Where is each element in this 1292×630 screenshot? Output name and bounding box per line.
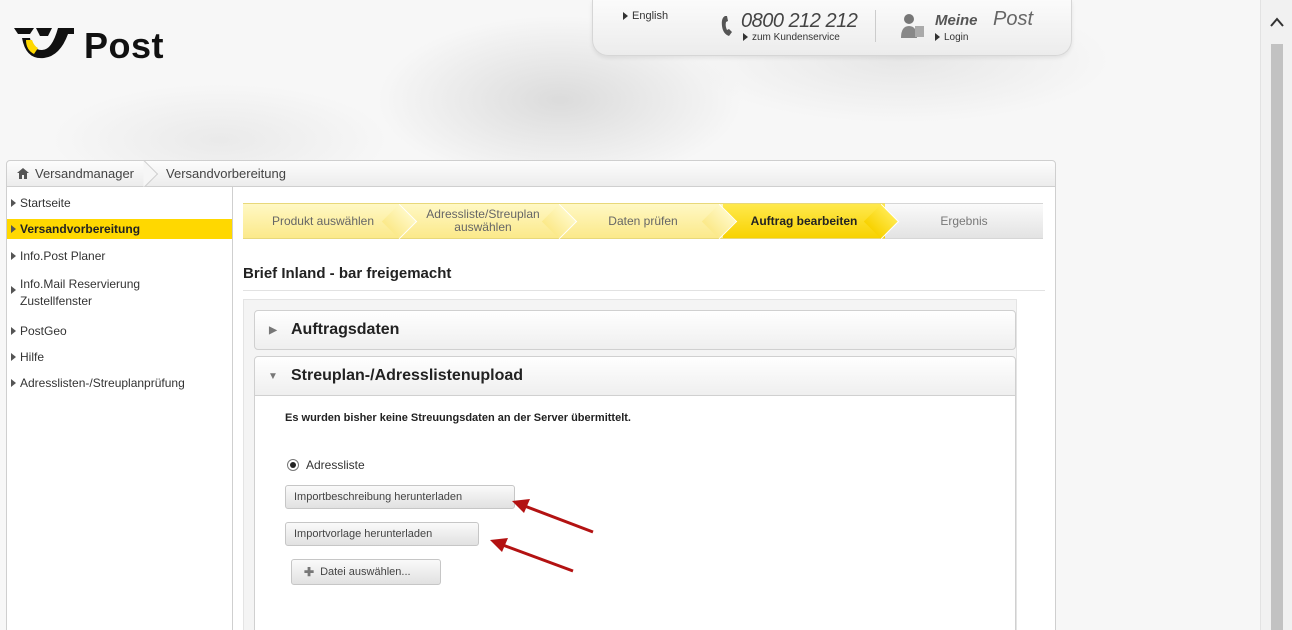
scroll-up-icon[interactable]	[1269, 14, 1285, 30]
post-label[interactable]: Post	[993, 8, 1033, 31]
english-link[interactable]: English	[623, 10, 668, 22]
step-label: Daten prüfen	[608, 213, 678, 228]
info-message: Es wurden bisher keine Streuungsdaten an…	[285, 412, 631, 424]
post-horn-icon	[14, 28, 74, 59]
divider	[243, 290, 1045, 291]
sidebar-item-label: Versandvorbereitung	[20, 222, 141, 236]
customer-service-label: zum Kundenservice	[752, 32, 840, 43]
divider	[875, 10, 876, 42]
login-label: Login	[944, 32, 969, 43]
step-label: Auftrag bearbeiten	[750, 213, 858, 228]
breadcrumb-current: Versandvorbereitung	[166, 166, 286, 181]
caret-right-icon: ▶	[269, 324, 277, 336]
progress-steps: Produkt auswählen Adressliste/Streuplan a…	[243, 203, 1043, 240]
breadcrumb-home-label: Versandmanager	[35, 166, 135, 181]
step-label-line2: auswählen	[454, 220, 512, 234]
home-icon	[17, 168, 29, 179]
step-label: Produkt auswählen	[271, 213, 375, 228]
sidebar-item-versandvorbereitung[interactable]: Versandvorbereitung	[7, 219, 232, 239]
step-auftrag-bearbeiten[interactable]: Auftrag bearbeiten	[723, 203, 900, 240]
sidebar-item-label: Startseite	[20, 196, 71, 210]
sidebar-item-postgeo[interactable]: PostGeo	[7, 321, 232, 341]
radio-adressliste[interactable]: Adressliste	[287, 458, 365, 472]
sidebar-item-adresslisten-pruefung[interactable]: Adresslisten-/Streuplanprüfung	[7, 373, 232, 393]
post-logo[interactable]: Post	[8, 24, 164, 68]
panel-title: Streuplan-/Adresslistenupload	[291, 367, 524, 384]
arrow-right-icon	[935, 33, 940, 42]
step-adressliste-streuplan[interactable]: Adressliste/Streuplan auswählen	[403, 203, 578, 240]
select-file-button[interactable]: ✚ Datei auswählen...	[291, 559, 441, 585]
content-box: ▶ Auftragsdaten ▼ Streuplan-/Adressliste…	[243, 299, 1017, 630]
sidebar-item-label-line2: Zustellfenster	[20, 294, 93, 308]
scrollbar-thumb[interactable]	[1271, 44, 1283, 630]
phone-number[interactable]: 0800 212 212	[741, 10, 858, 33]
customer-service-link[interactable]: zum Kundenservice	[743, 32, 840, 43]
login-link[interactable]: Login	[935, 32, 968, 43]
sidebar-item-label: Info.Mail Reservierung	[20, 277, 141, 291]
step-ergebnis: Ergebnis	[885, 203, 1043, 239]
phone-icon	[721, 14, 737, 41]
panel-title: Auftragsdaten	[291, 321, 400, 338]
step-label-line1: Adressliste/Streuplan	[426, 207, 540, 221]
scrollbar[interactable]	[1260, 0, 1292, 630]
sidebar-item-label: Hilfe	[20, 350, 45, 364]
plus-icon: ✚	[304, 565, 315, 579]
sidebar: Startseite Versandvorbereitung Info.Post…	[7, 187, 233, 630]
breadcrumb: Versandmanager Versandvorbereitung	[6, 160, 1056, 187]
page-title: Brief Inland - bar freigemacht	[243, 265, 452, 282]
sidebar-item-label: Info.Post Planer	[20, 249, 106, 263]
service-bar: English 0800 212 212 zum Kundenservice M…	[592, 0, 1072, 56]
panel-upload-header[interactable]: ▼ Streuplan-/Adresslistenupload	[254, 356, 1016, 396]
arrow-right-icon	[11, 252, 16, 260]
select-file-label: Datei auswählen...	[320, 566, 411, 578]
arrow-right-icon	[11, 286, 16, 294]
meine-label[interactable]: Meine	[935, 12, 978, 29]
caret-down-icon: ▼	[268, 370, 278, 382]
sidebar-item-label: PostGeo	[20, 324, 67, 338]
breadcrumb-home[interactable]: Versandmanager	[7, 161, 148, 186]
sidebar-item-startseite[interactable]: Startseite	[7, 193, 232, 213]
arrow-right-icon	[11, 199, 16, 207]
step-label: Adressliste/Streuplan auswählen	[426, 208, 539, 234]
sidebar-item-hilfe[interactable]: Hilfe	[7, 347, 232, 367]
step-daten-pruefen[interactable]: Daten prüfen	[563, 203, 738, 240]
radio-label: Adressliste	[306, 458, 365, 472]
download-import-template-button[interactable]: Importvorlage herunterladen	[285, 522, 479, 546]
user-icon	[899, 12, 927, 43]
step-label: Ergebnis	[940, 213, 988, 228]
sidebar-item-label: Adresslisten-/Streuplanprüfung	[20, 376, 185, 390]
arrow-right-icon	[743, 33, 748, 42]
arrow-right-icon	[11, 379, 16, 387]
arrow-right-icon	[11, 225, 16, 233]
arrow-right-icon	[11, 327, 16, 335]
radio-button[interactable]	[287, 459, 299, 471]
logo-text: Post	[84, 25, 165, 66]
arrow-right-icon	[11, 353, 16, 361]
arrow-right-icon	[623, 12, 628, 21]
panel-upload-body: Es wurden bisher keine Streuungsdaten an…	[254, 396, 1016, 630]
step-produkt-auswaehlen[interactable]: Produkt auswählen	[243, 203, 418, 240]
sidebar-item-infomail-reservierung[interactable]: Info.Mail Reservierung Zustellfenster	[7, 273, 232, 313]
download-import-description-button[interactable]: Importbeschreibung herunterladen	[285, 485, 515, 509]
sidebar-item-infopost-planer[interactable]: Info.Post Planer	[7, 246, 232, 266]
main-area: Startseite Versandvorbereitung Info.Post…	[6, 187, 1056, 630]
panel-auftragsdaten-header[interactable]: ▶ Auftragsdaten	[254, 310, 1016, 350]
english-link-label: English	[632, 10, 669, 22]
